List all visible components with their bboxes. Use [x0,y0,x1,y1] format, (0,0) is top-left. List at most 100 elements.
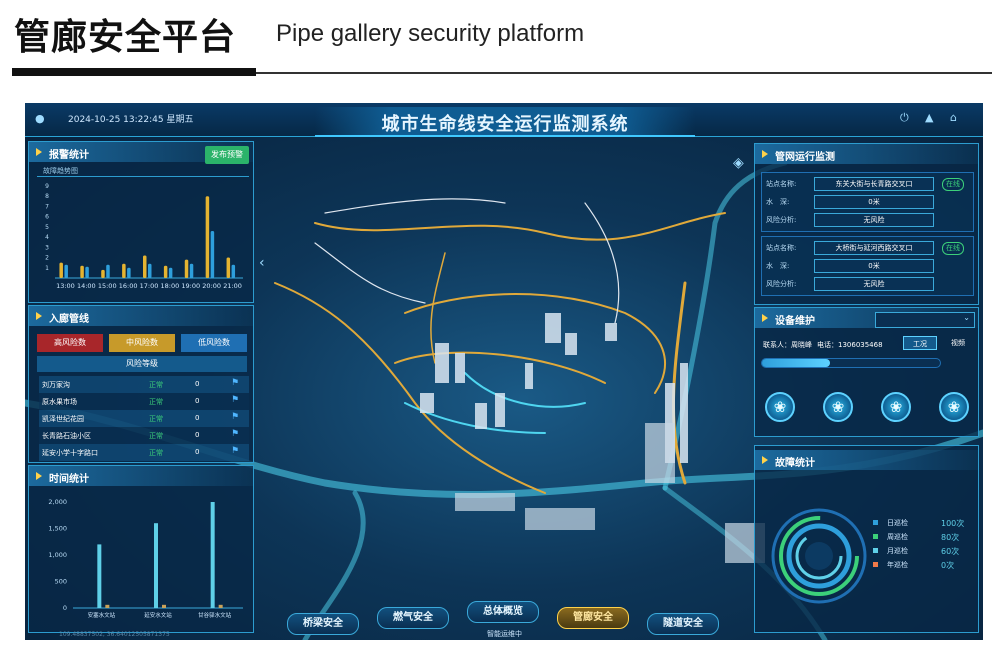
trend-bar [210,230,215,278]
y-tick-label: 6 [45,214,49,221]
x-tick-label: 甘谷驿水文站 [198,611,232,619]
nav-tunnel-safety[interactable]: 隧道安全 [647,613,719,635]
fan-4-icon[interactable]: ❀ [939,392,969,422]
fan-3-icon[interactable]: ❀ [881,392,911,422]
trend-bar [122,263,126,278]
legend-swatch [873,548,878,553]
flag-icon[interactable]: ⚑ [231,429,239,439]
trend-bar [101,269,105,278]
risk-label: 风险分析: [766,280,797,288]
high-risk-tab[interactable]: 高风险数 [37,334,103,352]
station-bar [218,604,223,608]
flag-icon[interactable]: ⚑ [231,395,239,405]
corridor-row[interactable]: 延安小学十字路口 正常 0 ⚑ [39,444,249,461]
legend-value: 0次 [941,561,955,570]
risk-value: 无风险 [814,213,934,227]
corridor-name: 原水果市场 [42,398,77,406]
exit-icon[interactable]: ⏻ [900,111,909,125]
x-tick-label: 16:00 [119,282,138,290]
corridor-row[interactable]: 原水果市场 正常 0 ⚑ [39,393,249,410]
x-tick-label: 19:00 [181,282,200,290]
station-bar [210,502,215,608]
header-accent-bar [12,68,256,76]
fault-trend-underline [37,176,249,177]
publish-warning-button[interactable]: 发布预警 [205,146,249,164]
station-bar [154,523,158,608]
monitor-panel-title: 管网运行监测 [755,144,978,164]
nav-gas-safety[interactable]: 燃气安全 [377,607,449,629]
layers-icon[interactable]: ◈ [733,155,744,171]
fan-1-icon[interactable]: ❀ [765,392,795,422]
x-tick-label: 延安水文站 [144,611,172,619]
maintenance-select[interactable]: ⌄ [875,312,975,328]
corridor-panel-title: 入廊管线 [29,306,253,326]
collapse-left-icon[interactable]: ‹ [259,255,265,271]
bottom-status: 智能运维中 [487,630,522,638]
fault-trend-label: 故障趋势图 [43,167,78,175]
video-tab[interactable]: 视频 [941,336,975,350]
y-tick-label: 500 [55,578,67,586]
x-tick-label: 13:00 [56,282,75,290]
home-icon[interactable]: ⌂ [950,111,957,124]
site-name: 东关大街与长青路交叉口 [814,177,934,191]
trend-bar [168,267,173,278]
trend-bar [205,196,210,278]
legend-label: 周巡检 [887,533,908,541]
user-icon[interactable]: ▲ [925,111,933,124]
corridor-count: 0 [195,448,200,456]
legend-label: 日巡检 [887,519,908,527]
x-tick-label: 21:00 [223,282,242,290]
fault-trend-chart: 1 2 3 4 5 6 7 8 9 13:00 14:00 15:00 16:00 17:00 18:00 1… [45,183,243,290]
progress-bar [761,358,941,368]
y-tick-label: 2 [45,255,49,262]
trend-bar [226,257,231,278]
x-tick-label: 17:00 [140,282,159,290]
y-tick-label: 2,000 [48,498,67,506]
medium-risk-tab[interactable]: 中风险数 [109,334,175,352]
station-bar [97,544,102,608]
status-tab[interactable]: 工况 [903,336,937,350]
x-tick-label: 安塞水文站 [88,611,116,619]
station-card: 站点名称: 东关大街与长青路交叉口水 深: 0米 风险分析: 无风险 在线 [761,172,974,232]
site-name: 大桥街与延河西路交叉口 [814,241,934,255]
corridor-row[interactable]: 刘万家沟 正常 0 ⚑ [39,376,249,393]
corridor-row[interactable]: 长青路石油小区 正常 0 ⚑ [39,427,249,444]
nav-pipe-gallery-safety[interactable]: 管廊安全 [557,607,629,629]
fault-panel: 故障统计 日巡检 100次 周巡检 80次 月巡检 60次 年巡检 0次 [754,445,979,633]
top-bar: ● 2024-10-25 13:22:45 星期五 城市生命线安全运行监测系统 … [25,103,983,137]
flag-icon[interactable]: ⚑ [231,446,239,456]
page-header: 管廊安全平台 Pipe gallery security platform [0,0,1000,80]
trend-bar [64,264,68,278]
flag-icon[interactable]: ⚑ [231,412,239,422]
low-risk-tab[interactable]: 低风险数 [181,334,247,352]
nav-bridge-safety[interactable]: 桥梁安全 [287,613,359,635]
risk-label: 风险分析: [766,216,797,224]
site-label: 站点名称: [766,180,797,188]
location-icon[interactable]: ● [35,112,45,125]
trend-bar [106,264,110,278]
time-panel: 时间统计 0 500 1,000 1,500 2,000 安塞水文站 延安水文站 甘谷驿水文站 [28,465,254,633]
corridor-status: 正常 [149,398,163,406]
legend-value: 60次 [941,547,960,556]
page-title-cn: 管廊安全平台 [14,17,237,58]
dashboard-screen: ● 2024-10-25 13:22:45 星期五 城市生命线安全运行监测系统 … [25,103,983,640]
station-bar [162,604,166,608]
fan-2-icon[interactable]: ❀ [823,392,853,422]
corridor-count: 0 [195,380,200,388]
inspection-ring-chart [771,508,867,604]
corridor-status: 正常 [149,449,163,457]
map-coordinates: 109.48837502, 36.64012505871375 [59,631,170,638]
y-tick-label: 8 [45,193,49,200]
corridor-name: 刘万家沟 [42,381,70,389]
depth-value: 0米 [814,259,934,273]
nav-overview[interactable]: 总体概览 [467,601,539,623]
corridor-status: 正常 [149,415,163,423]
depth-label: 水 深: [766,198,790,206]
flag-icon[interactable]: ⚑ [231,378,239,388]
header-divider [256,72,992,74]
legend-label: 月巡检 [887,547,908,555]
y-tick-label: 7 [45,203,49,210]
legend-value: 100次 [941,519,965,528]
corridor-row[interactable]: 凯泽世纪花园 正常 0 ⚑ [39,410,249,427]
station-bar [105,604,110,608]
